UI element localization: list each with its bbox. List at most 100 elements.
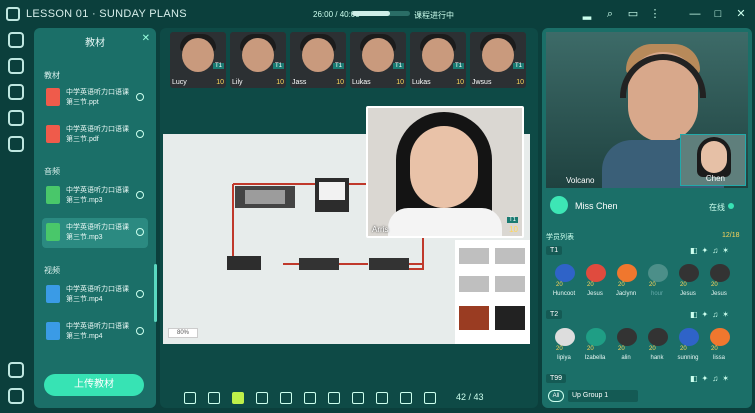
delete-icon[interactable] bbox=[400, 392, 412, 404]
file-item-active[interactable]: 中学英语听力口语课第三节.mp3 bbox=[42, 218, 148, 248]
redo-icon[interactable] bbox=[376, 392, 388, 404]
gamepad-tool-icon[interactable] bbox=[208, 392, 220, 404]
move-icon[interactable] bbox=[424, 392, 436, 404]
avatar bbox=[710, 264, 730, 282]
apps-icon[interactable] bbox=[8, 136, 24, 152]
student-card[interactable]: 20 hank bbox=[642, 328, 672, 366]
close-panel-icon[interactable]: ✕ bbox=[142, 33, 150, 44]
student-card[interactable]: 20 alin bbox=[611, 328, 641, 366]
roster-title: 学员列表 bbox=[546, 234, 574, 241]
avatar bbox=[550, 196, 568, 214]
student-video[interactable]: T1 Jass 10 bbox=[290, 32, 346, 88]
file-item[interactable]: 中学英语听力口语课第三节.mp4 bbox=[42, 280, 148, 310]
group-actions[interactable]: ◧✦♫✶ bbox=[690, 246, 733, 255]
component-item[interactable] bbox=[495, 306, 525, 331]
status-icon[interactable] bbox=[136, 191, 144, 199]
image-tool-icon[interactable] bbox=[184, 392, 196, 404]
online-dot-icon bbox=[728, 203, 734, 209]
upload-button[interactable]: 上传教材 bbox=[44, 374, 144, 396]
scrollbar[interactable] bbox=[154, 264, 157, 322]
group-tag: T1 bbox=[512, 63, 524, 69]
student-card[interactable]: 20 lissa bbox=[704, 328, 734, 366]
status-icon[interactable] bbox=[136, 290, 144, 298]
component-item[interactable] bbox=[495, 276, 525, 293]
undo-icon[interactable] bbox=[352, 392, 364, 404]
pen-tool-icon[interactable] bbox=[280, 392, 292, 404]
component-library bbox=[455, 240, 530, 344]
avatar bbox=[555, 264, 575, 282]
avatar bbox=[586, 328, 606, 346]
student-card[interactable]: 20 Jesus bbox=[673, 264, 703, 302]
all-toggle[interactable]: All bbox=[548, 390, 564, 402]
student-card[interactable]: 20 Huncoot bbox=[549, 264, 579, 302]
pip-label: Chen bbox=[705, 174, 725, 183]
student-video-strip: T1 Lucy 10 T1 Lily 10 T1 Jass 10 T1 Lukas 10 T1 L… bbox=[170, 32, 530, 88]
zoom-icon[interactable]: ⌕ bbox=[603, 7, 617, 21]
group-label[interactable]: T1 bbox=[546, 246, 563, 255]
status-icon[interactable] bbox=[136, 327, 144, 335]
library-icon[interactable] bbox=[8, 388, 24, 404]
file-item[interactable]: 中学英语听力口语课第三节.mp4 bbox=[42, 317, 148, 347]
student-card[interactable]: 20 Jesus bbox=[704, 264, 734, 302]
student-card[interactable]: 20 lipiya bbox=[549, 328, 579, 366]
status-icon[interactable] bbox=[136, 130, 144, 138]
student-name: Lukas bbox=[352, 79, 371, 86]
document-icon[interactable] bbox=[8, 362, 24, 378]
component-item[interactable] bbox=[459, 248, 489, 265]
group-actions[interactable]: ◧✦♫✶ bbox=[690, 374, 733, 383]
zoom-level[interactable]: 80% bbox=[168, 328, 198, 338]
group-label[interactable]: T2 bbox=[546, 310, 563, 319]
student-card[interactable]: 20 hour bbox=[642, 264, 672, 302]
student-name: hour bbox=[650, 291, 663, 297]
file-item[interactable]: 中学英语听力口语课第三节.pdf bbox=[42, 120, 148, 150]
avatar bbox=[617, 264, 637, 282]
avatar bbox=[586, 264, 606, 282]
face bbox=[362, 38, 394, 72]
student-video[interactable]: T1 Lukas 10 bbox=[350, 32, 406, 88]
component-item[interactable] bbox=[459, 306, 489, 331]
close-icon[interactable]: ✕ bbox=[734, 7, 748, 21]
file-name: 中学英语听力口语课第三节.ppt bbox=[66, 89, 129, 106]
student-video[interactable]: T1 Jwsus 10 bbox=[470, 32, 526, 88]
shape-tool-icon[interactable] bbox=[304, 392, 316, 404]
student-card[interactable]: 20 Jaclynn bbox=[611, 264, 641, 302]
camera-icon[interactable] bbox=[8, 58, 24, 74]
users-icon[interactable] bbox=[8, 32, 24, 48]
people-icon[interactable] bbox=[8, 84, 24, 100]
page-indicator[interactable]: 42 / 43 bbox=[456, 392, 484, 402]
signal-icon: ▂ bbox=[582, 8, 592, 20]
group-selector[interactable]: Up Group 1 bbox=[568, 390, 638, 402]
notes-icon[interactable] bbox=[8, 110, 24, 126]
student-card[interactable]: 20 Izabella bbox=[580, 328, 610, 366]
student-score: 20 bbox=[649, 282, 656, 288]
maximize-icon[interactable]: □ bbox=[711, 7, 725, 21]
teacher-pip-video[interactable]: Chen bbox=[680, 134, 746, 186]
status-icon[interactable] bbox=[136, 228, 144, 236]
clothing bbox=[388, 208, 502, 236]
student-score: 20 bbox=[680, 282, 687, 288]
component-item[interactable] bbox=[495, 248, 525, 265]
eraser-tool-icon[interactable] bbox=[328, 392, 340, 404]
mp4-icon bbox=[46, 322, 60, 340]
text-tool-icon[interactable] bbox=[256, 392, 268, 404]
student-card[interactable]: 20 sunning bbox=[673, 328, 703, 366]
minimize-icon[interactable]: — bbox=[688, 7, 702, 21]
spotlight-video[interactable]: T1 Arris 10 bbox=[366, 106, 524, 238]
student-card[interactable]: 20 Jesus bbox=[580, 264, 610, 302]
group-label[interactable]: T99 bbox=[546, 374, 567, 383]
file-item[interactable]: 中学英语听力口语课第三节.ppt bbox=[42, 83, 148, 113]
group-actions[interactable]: ◧✦♫✶ bbox=[690, 310, 733, 319]
face bbox=[182, 38, 214, 72]
file-item[interactable]: 中学英语听力口语课第三节.mp3 bbox=[42, 181, 148, 211]
group-tag: T1 bbox=[452, 63, 464, 69]
component-item[interactable] bbox=[459, 276, 489, 293]
download-icon[interactable] bbox=[136, 93, 144, 101]
face bbox=[482, 38, 514, 72]
chat-icon[interactable]: ▭ bbox=[626, 7, 640, 21]
more-icon[interactable]: ⋮ bbox=[648, 7, 662, 21]
student-video[interactable]: T1 Lukas 10 bbox=[410, 32, 466, 88]
student-video[interactable]: T1 Lucy 10 bbox=[170, 32, 226, 88]
color-tool-icon[interactable] bbox=[232, 392, 244, 404]
student-video[interactable]: T1 Lily 10 bbox=[230, 32, 286, 88]
avatar bbox=[648, 328, 668, 346]
